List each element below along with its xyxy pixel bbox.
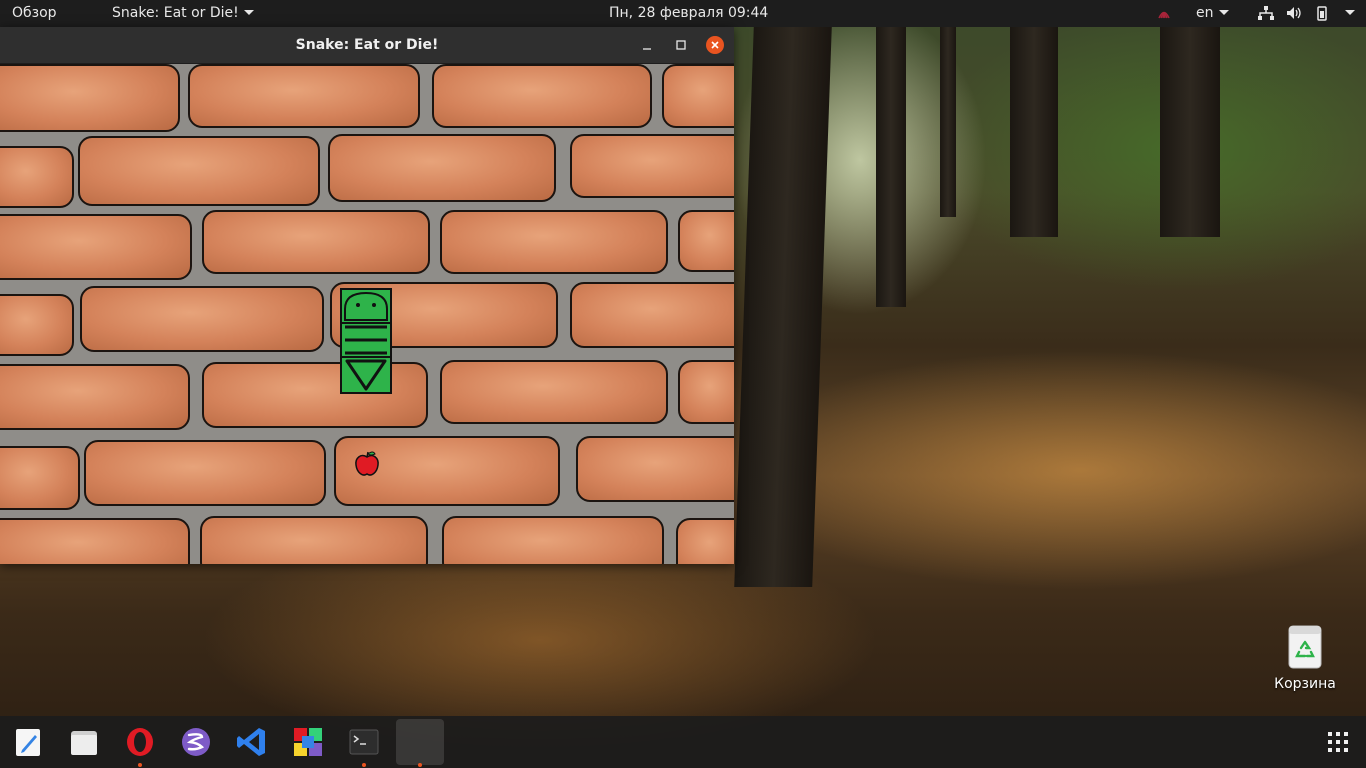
show-applications-button[interactable] <box>1318 722 1358 762</box>
wall-brick <box>570 134 734 198</box>
wall-brick <box>0 146 74 208</box>
notification-icon[interactable] <box>1156 5 1172 25</box>
running-indicator <box>138 763 142 767</box>
emacs-icon <box>182 728 210 756</box>
wall-brick <box>202 362 428 428</box>
top-bar: Обзор Snake: Eat or Die! Пн, 28 февраля … <box>0 0 1366 27</box>
dock-game-app[interactable] <box>288 722 328 762</box>
snake-body-segment <box>342 324 390 356</box>
maximize-icon <box>676 40 686 50</box>
maximize-button[interactable] <box>672 36 690 54</box>
wall-brick <box>676 518 734 564</box>
dock-opera[interactable] <box>120 722 160 767</box>
wall-brick <box>442 516 664 564</box>
wall-brick <box>84 440 326 506</box>
apple-food <box>355 451 379 476</box>
colored-blocks-icon <box>294 728 322 756</box>
battery-icon[interactable] <box>1316 6 1334 25</box>
trash-icon <box>1288 625 1322 669</box>
wall-brick <box>200 516 428 564</box>
wall-brick <box>662 64 734 128</box>
app-menu[interactable]: Snake: Eat or Die! <box>112 5 254 21</box>
wall-brick <box>576 436 734 502</box>
wall-brick <box>0 518 190 564</box>
wall-brick <box>678 210 734 272</box>
tree-trunk <box>1010 27 1058 237</box>
wall-brick <box>570 282 734 348</box>
chevron-down-icon <box>243 10 254 15</box>
chevron-down-icon <box>1218 10 1229 15</box>
dock-snake-game[interactable] <box>396 719 444 767</box>
snake-head <box>342 290 390 322</box>
game-canvas[interactable] <box>0 64 734 564</box>
wall-brick <box>440 210 668 274</box>
game-window: Snake: Eat or Die! <box>0 27 734 564</box>
terminal-icon <box>349 729 379 755</box>
wall-brick <box>432 64 652 128</box>
wall-brick <box>0 446 80 510</box>
app-menu-label: Snake: Eat or Die! <box>112 5 239 21</box>
dock-terminal[interactable] <box>344 722 384 767</box>
keyboard-layout-label: en <box>1196 5 1214 21</box>
snake <box>340 288 392 394</box>
window-titlebar[interactable]: Snake: Eat or Die! <box>0 27 734 64</box>
running-indicator <box>362 763 366 767</box>
wall-brick <box>80 286 324 352</box>
activities-button[interactable]: Обзор <box>12 5 57 21</box>
dock <box>0 716 1366 768</box>
vscode-icon <box>237 728 265 756</box>
wall-brick <box>328 134 556 202</box>
running-indicator <box>418 763 422 767</box>
wall-brick <box>188 64 420 128</box>
wall-brick <box>0 364 190 430</box>
dock-vscode[interactable] <box>232 722 272 762</box>
snake-tail <box>342 358 390 392</box>
dock-emacs[interactable] <box>176 722 216 762</box>
text-editor-icon <box>16 729 40 756</box>
folder-icon <box>71 731 97 755</box>
chevron-down-icon <box>1345 10 1355 15</box>
tree-trunk <box>734 27 832 587</box>
wall-brick <box>78 136 320 206</box>
minimize-button[interactable] <box>638 36 656 54</box>
system-menu-caret-icon[interactable] <box>1340 5 1355 21</box>
clock[interactable]: Пн, 28 февраля 09:44 <box>609 5 768 21</box>
apps-grid-icon <box>1328 732 1348 752</box>
network-icon[interactable] <box>1258 6 1274 24</box>
dock-text-editor[interactable] <box>8 722 48 762</box>
opera-icon <box>127 728 153 756</box>
close-button[interactable] <box>706 36 724 54</box>
wall-brick <box>678 360 734 424</box>
wall-brick <box>202 210 430 274</box>
close-icon <box>706 36 724 54</box>
trash-desktop-icon[interactable]: Корзина <box>1272 624 1338 692</box>
dock-files[interactable] <box>64 722 104 762</box>
minimize-icon <box>643 48 651 50</box>
keyboard-layout[interactable]: en <box>1196 5 1229 21</box>
tree-trunk <box>876 27 906 307</box>
volume-icon[interactable] <box>1286 6 1302 24</box>
wall-brick <box>440 360 668 424</box>
trash-label: Корзина <box>1274 676 1336 692</box>
window-title: Snake: Eat or Die! <box>295 37 439 53</box>
wall-brick <box>0 214 192 280</box>
tree-trunk <box>940 27 956 217</box>
tree-trunk <box>1160 27 1220 237</box>
wall-brick <box>0 64 180 132</box>
wall-brick <box>0 294 74 356</box>
